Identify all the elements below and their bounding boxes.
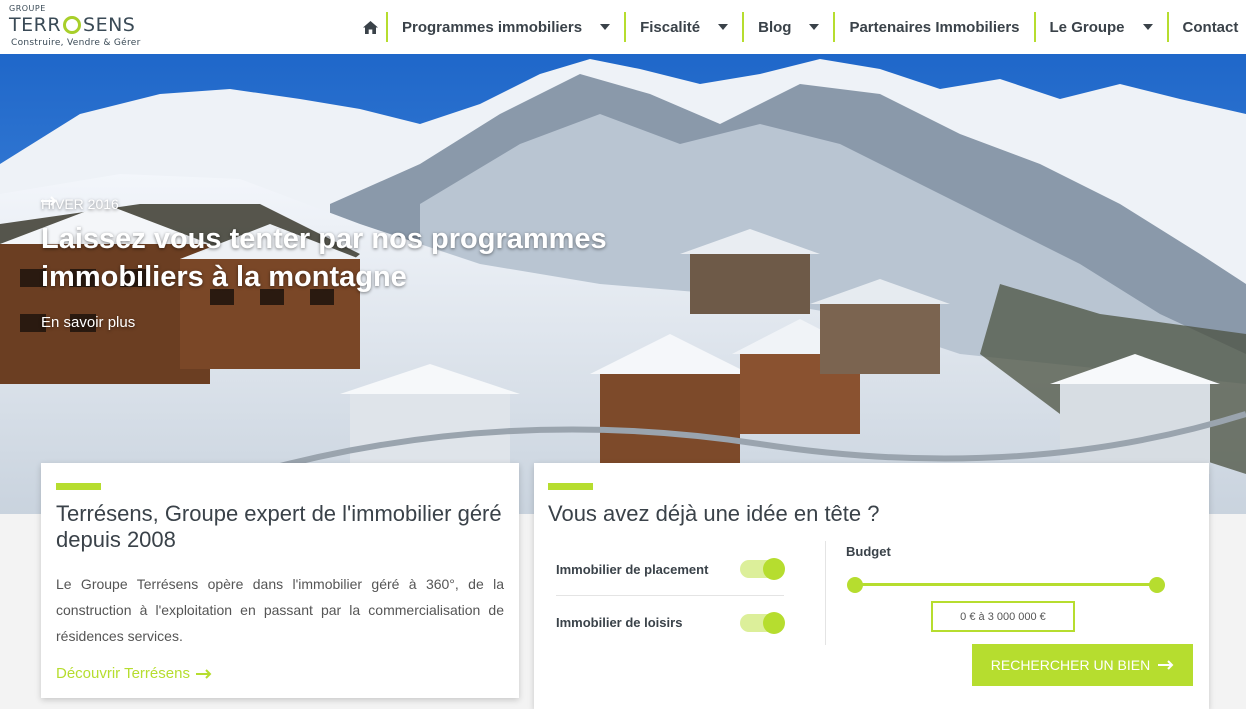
search-options: Immobilier de placement Immobilier de lo… <box>556 543 785 649</box>
caret-down-icon <box>718 24 729 30</box>
about-link-label: Découvrir Terrésens <box>56 665 190 682</box>
option-label: Immobilier de loisirs <box>556 615 683 630</box>
nav-item-contact[interactable]: Contact <box>1166 12 1246 42</box>
nav-item-label: Programmes immobiliers <box>402 18 583 36</box>
search-title: Vous avez déjà une idée en tête ? <box>548 501 880 526</box>
divider <box>825 541 826 645</box>
hero-more-link-label: En savoir plus <box>41 314 136 331</box>
slider-handle-min[interactable] <box>847 577 863 593</box>
logo[interactable]: GROUPE TERR SENS Construire, Vendre & Gér… <box>9 4 159 50</box>
logo-brand: TERR SENS <box>9 14 135 36</box>
slider-track <box>849 583 1163 586</box>
logo-brand-left: TERR <box>9 14 62 36</box>
nav-item-label: Contact <box>1182 18 1239 36</box>
budget-label: Budget <box>846 544 891 559</box>
nav-item-le-groupe[interactable]: Le Groupe <box>1033 12 1167 42</box>
logo-brand-right: SENS <box>83 14 136 36</box>
caret-down-icon <box>600 24 611 30</box>
about-text: Le Groupe Terrésens opère dans l'immobil… <box>56 576 504 644</box>
option-label: Immobilier de placement <box>556 561 709 577</box>
option-placement: Immobilier de placement <box>556 543 785 596</box>
hero-title: Laissez vous tenter par nos programmes i… <box>41 223 607 293</box>
about-link[interactable]: Découvrir Terrésens <box>56 665 504 682</box>
logo-sun-icon <box>63 16 82 34</box>
search-button-label: RECHERCHER UN BIEN <box>990 657 1151 673</box>
home-icon <box>362 20 378 34</box>
toggle-placement[interactable] <box>740 558 785 580</box>
budget-range-display: 0 € à 3 000 000 € <box>931 601 1075 632</box>
hero-banner: HIVER 2016 Laissez vous tenter par nos p… <box>0 54 1246 514</box>
arrow-right-icon <box>1158 660 1174 670</box>
accent-bar <box>548 483 593 490</box>
slider-handle-max[interactable] <box>1149 577 1165 593</box>
logo-small-text: GROUPE <box>9 4 46 13</box>
nav-home[interactable] <box>354 12 386 42</box>
nav-item-partenaires[interactable]: Partenaires Immobiliers <box>833 12 1033 42</box>
nav-item-fiscalite[interactable]: Fiscalité <box>624 12 742 42</box>
hero-kicker: HIVER 2016 <box>41 196 119 212</box>
accent-bar <box>56 483 101 490</box>
search-button[interactable]: RECHERCHER UN BIEN <box>972 644 1193 686</box>
nav-item-label: Le Groupe <box>1049 18 1125 36</box>
caret-down-icon <box>1142 24 1153 30</box>
about-title: Terrésens, Groupe expert de l'immobilier… <box>56 501 502 552</box>
about-card: Terrésens, Groupe expert de l'immobilier… <box>41 463 519 698</box>
nav-item-label: Fiscalité <box>640 18 701 36</box>
toggle-knob <box>763 611 785 634</box>
toggle-loisirs[interactable] <box>740 611 785 634</box>
budget-slider[interactable] <box>847 577 1165 593</box>
nav-item-label: Partenaires Immobiliers <box>849 18 1020 36</box>
logo-tagline: Construire, Vendre & Gérer <box>11 38 141 48</box>
option-loisirs: Immobilier de loisirs <box>556 596 785 649</box>
nav-item-blog[interactable]: Blog <box>742 12 833 42</box>
search-card: Vous avez déjà une idée en tête ? Immobi… <box>534 463 1209 709</box>
caret-down-icon <box>809 24 820 30</box>
hero-more-link[interactable]: En savoir plus <box>41 196 641 331</box>
main-nav: Programmes immobiliers Fiscalité Blog Pa… <box>354 12 1246 42</box>
toggle-knob <box>763 558 785 580</box>
nav-item-programmes[interactable]: Programmes immobiliers <box>386 12 624 42</box>
hero-text: HIVER 2016 Laissez vous tenter par nos p… <box>41 196 641 331</box>
site-header: GROUPE TERR SENS Construire, Vendre & Gér… <box>0 0 1246 54</box>
nav-item-label: Blog <box>758 18 792 36</box>
arrow-right-icon <box>195 668 212 679</box>
arrow-right-icon <box>41 196 57 206</box>
